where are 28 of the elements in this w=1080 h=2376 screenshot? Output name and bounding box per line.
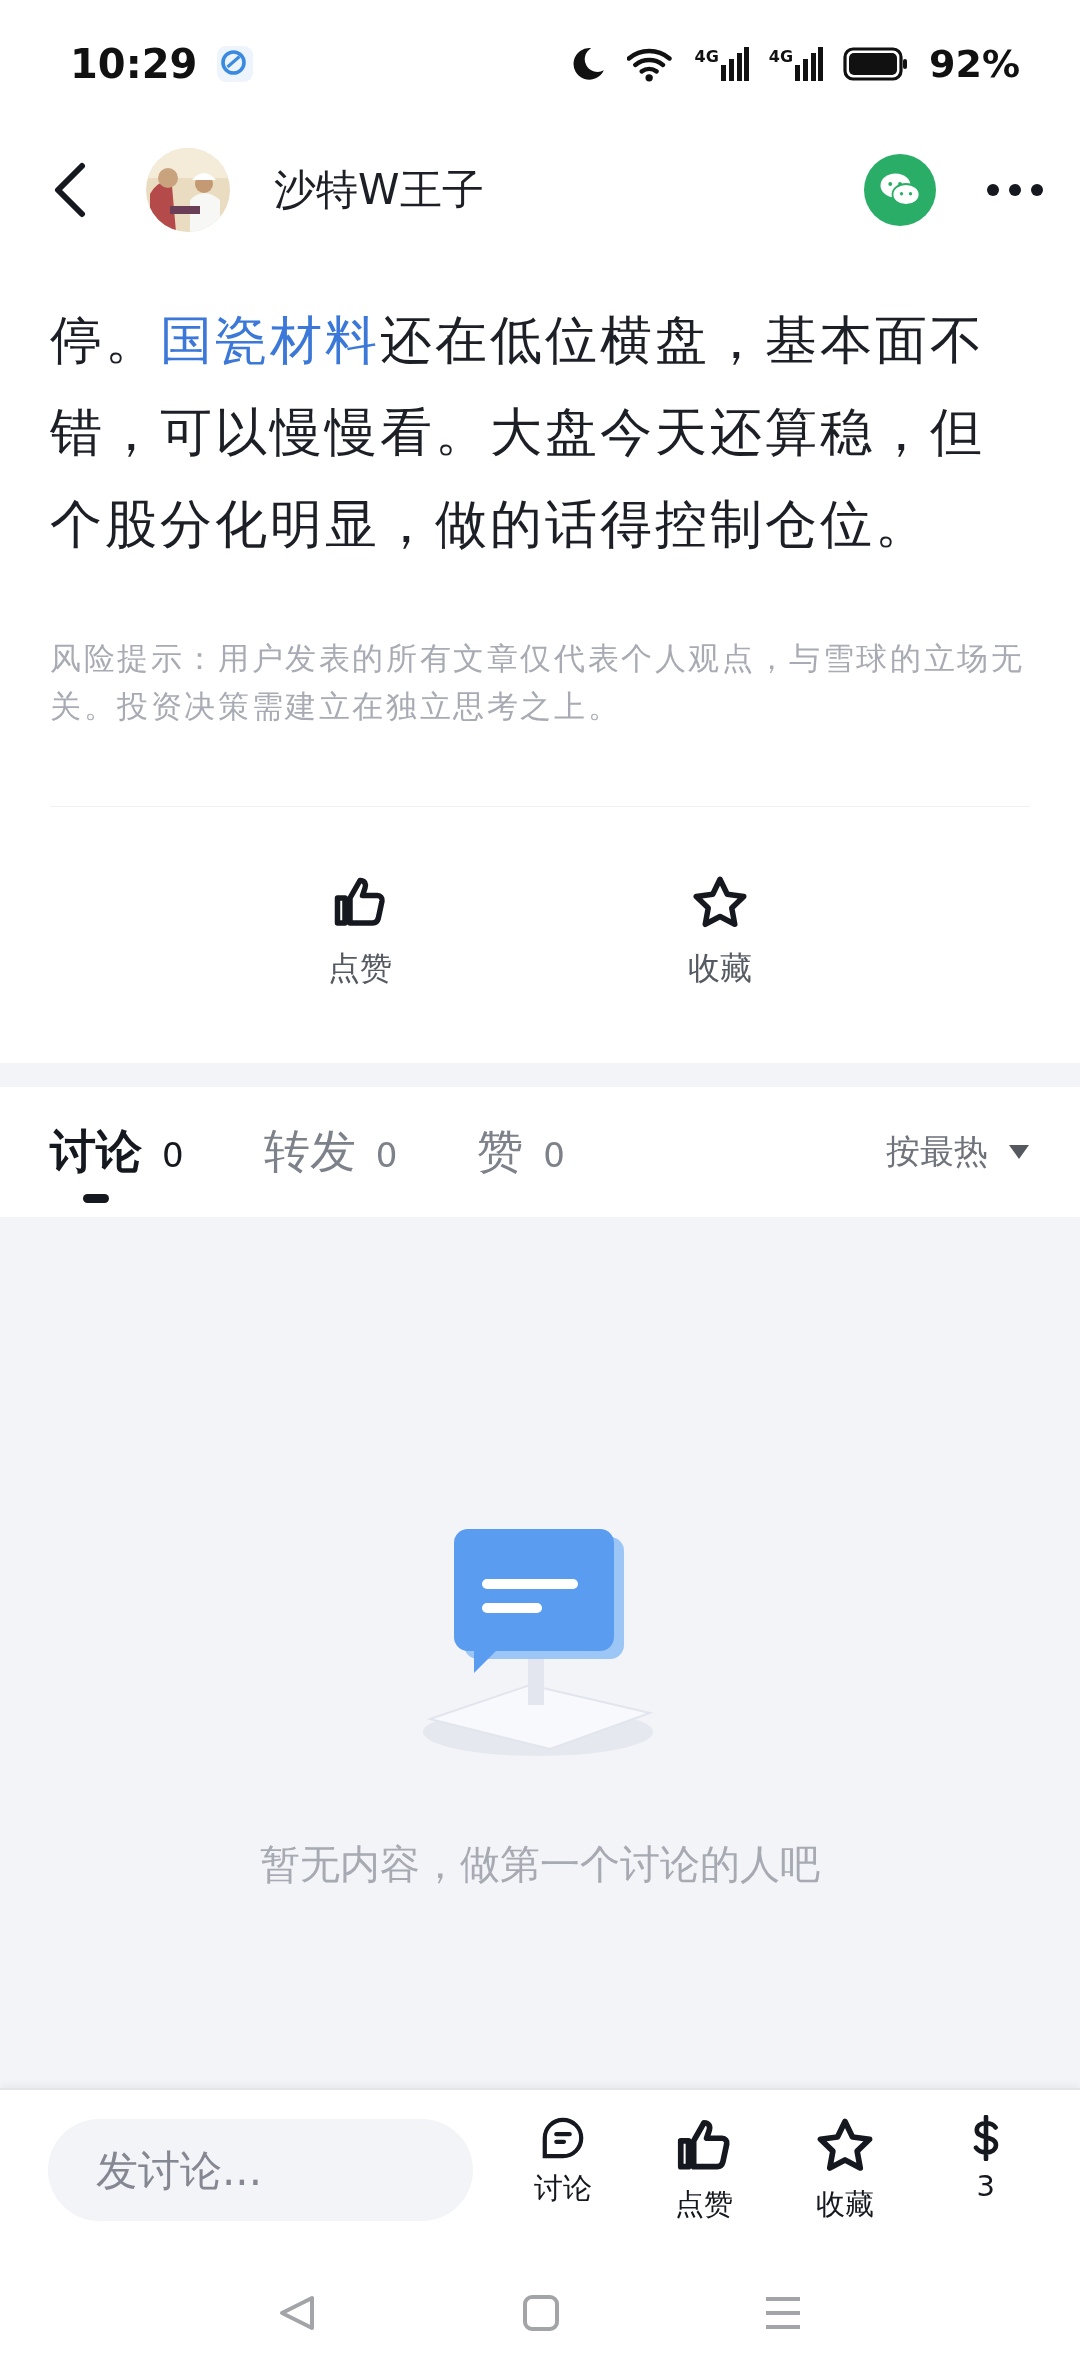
favorite-button[interactable]: 收藏 [789,2115,900,2225]
comment-input-field[interactable]: 发讨论... [48,2119,473,2221]
like-button[interactable]: 点赞 [280,873,440,991]
stock-link[interactable]: 国瓷材料 [160,310,380,370]
favorite-button[interactable]: 收藏 [640,873,800,991]
menu-nav-icon[interactable] [764,2295,802,2331]
status-time: 10:29 [70,41,198,87]
comment-tab[interactable]: 赞 0 [477,1121,565,1183]
battery-percentage: 92% [929,42,1020,86]
comment-tab[interactable]: 转发 0 [263,1121,398,1183]
tab-indicator [83,1194,109,1203]
caret-icon [1008,1144,1030,1160]
signal-icon [795,47,824,81]
comment-tab[interactable]: 讨论 0 [50,1121,184,1183]
network-type: 4G [768,47,794,66]
battery-icon [843,47,910,81]
comment-button[interactable]: 讨论 [508,2115,619,2225]
article-paragraph: 停。国瓷材料还在低位横盘，基本面不错，可以慢慢看。大盘今天还算稳，但个股分化明显，做的话得控制仓位。 [50,309,986,556]
signal-icon [720,47,749,81]
risk-disclaimer: 风险提示：用户发表的所有文章仅代表个人观点，与雪球的立场无关。投资决策需建立在独立思考之上。 [50,639,1026,726]
empty-state-message: 暂无内容，做第一个讨论的人吧 [260,1840,820,1889]
like-button[interactable]: 点赞 [649,2115,760,2225]
author-name: 沙特W王子 [274,164,484,216]
more-button[interactable] [986,183,1044,197]
network-type: 4G [694,47,719,66]
sort-dropdown[interactable]: 按最热 [886,1129,1030,1175]
reward-button[interactable]: 3 [930,2115,1041,2225]
home-nav-icon[interactable] [523,2295,559,2331]
